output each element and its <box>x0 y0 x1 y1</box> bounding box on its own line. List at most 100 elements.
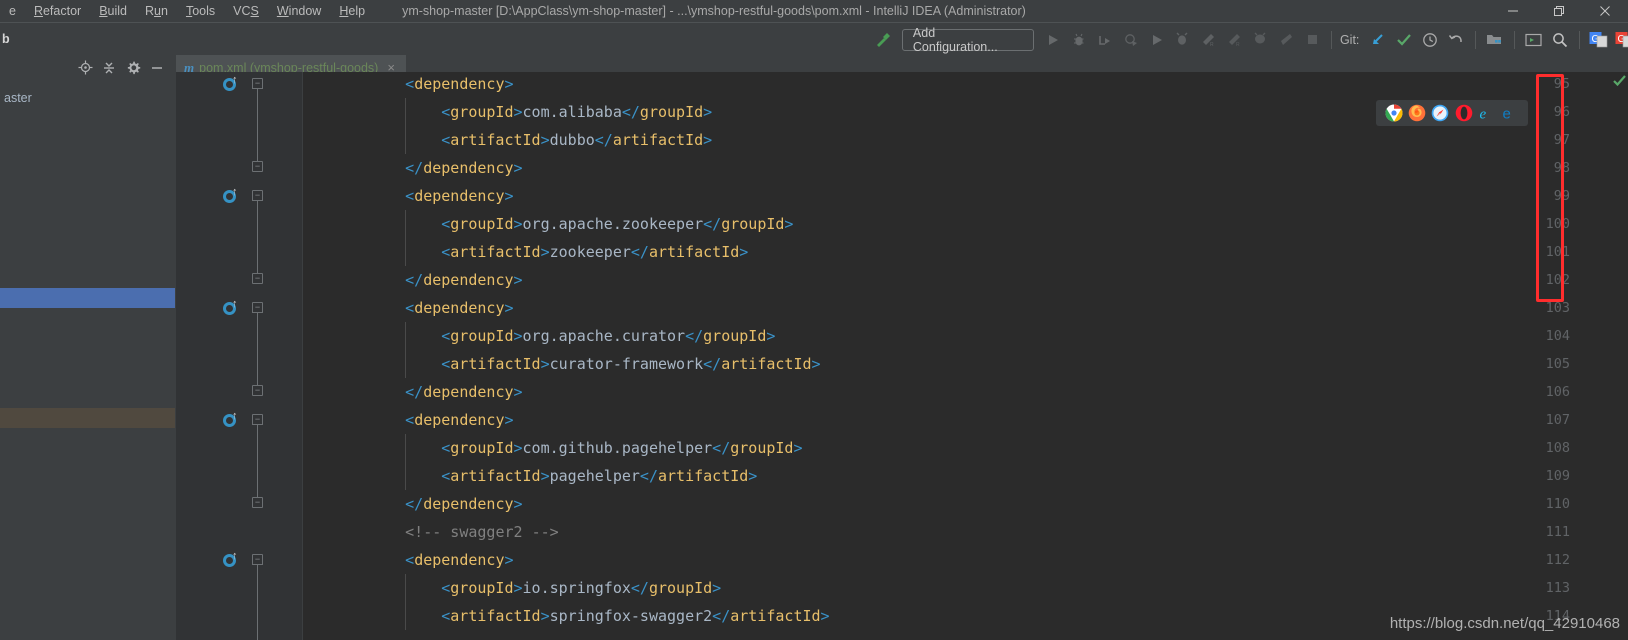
commit-icon[interactable] <box>1391 27 1417 53</box>
fold-marker-open[interactable]: − <box>252 554 263 565</box>
debug-alt-icon[interactable] <box>1170 27 1196 53</box>
menu-item-run[interactable]: Run <box>136 0 177 22</box>
add-configuration-button[interactable]: Add Configuration... <box>901 26 1034 54</box>
profile-icon[interactable] <box>1118 27 1144 53</box>
project-tree[interactable]: aster <box>0 80 175 640</box>
code-line[interactable]: <artifactId>pagehelper</artifactId> <box>441 462 757 490</box>
code-token: dependency <box>414 75 505 93</box>
code-line[interactable]: <dependency> <box>405 182 513 210</box>
code-line[interactable]: <artifactId>dubbo</artifactId> <box>441 126 712 154</box>
menu-item-tools[interactable]: Tools <box>177 0 224 22</box>
terminal-icon[interactable] <box>1521 27 1547 53</box>
code-line[interactable]: <groupId>org.apache.zookeeper</groupId> <box>441 210 793 238</box>
fold-marker-end[interactable]: − <box>252 161 263 172</box>
coverage-third-icon[interactable] <box>1273 27 1299 53</box>
maven-dependency-icon[interactable]: ↑ <box>223 299 241 317</box>
code-line[interactable]: <groupId>io.springfox</groupId> <box>441 574 721 602</box>
menu-item-file-partial[interactable]: e <box>0 0 25 22</box>
close-icon[interactable] <box>1582 0 1628 22</box>
code-token: > <box>540 243 550 261</box>
code-token: < <box>405 411 415 429</box>
code-line[interactable]: <dependency> <box>405 546 513 574</box>
maven-dependency-icon[interactable]: ↑ <box>223 187 241 205</box>
code-token: dependency <box>414 551 505 569</box>
code-line[interactable]: <groupId>com.github.pagehelper</groupId> <box>441 434 802 462</box>
hide-icon[interactable] <box>145 57 169 79</box>
code-line[interactable]: <artifactId>curator-framework</artifactI… <box>441 350 820 378</box>
code-token: </ <box>685 327 704 345</box>
run-icon[interactable] <box>1040 27 1066 53</box>
tree-row-selected[interactable] <box>0 288 175 308</box>
open-in-browser-popup[interactable]: e e <box>1376 100 1528 126</box>
google-translate-icon[interactable]: G <box>1586 27 1612 53</box>
attach-process-alt-icon[interactable]: R <box>1221 27 1247 53</box>
history-icon[interactable] <box>1417 27 1443 53</box>
coverage-alt-icon[interactable] <box>1247 27 1273 53</box>
code-line[interactable]: </dependency> <box>405 266 522 294</box>
code-line[interactable]: <groupId>com.alibaba</groupId> <box>441 98 712 126</box>
code-token: </ <box>405 383 424 401</box>
menu-item-refactor[interactable]: Refactor <box>25 0 90 22</box>
run-with-coverage-icon[interactable] <box>1092 27 1118 53</box>
code-line[interactable]: <dependency> <box>405 72 513 98</box>
opera-icon[interactable] <box>1455 104 1473 122</box>
menu-item-help[interactable]: Help <box>330 0 374 22</box>
firefox-icon[interactable] <box>1408 104 1426 122</box>
menu-item-vcs[interactable]: VCS <box>224 0 268 22</box>
code-token: < <box>441 103 451 121</box>
rollback-icon[interactable] <box>1443 27 1469 53</box>
code-token: < <box>441 215 451 233</box>
maven-dependency-icon[interactable]: ↑ <box>223 75 241 93</box>
inspection-ok-checkmark-icon[interactable] <box>1613 74 1626 89</box>
code-line[interactable]: <!-- swagger2 --> <box>405 518 559 546</box>
maven-dependency-icon[interactable]: ↑ <box>223 411 241 429</box>
code-line[interactable]: <artifactId>springfox-swagger2</artifact… <box>441 602 829 630</box>
code-token: artifactId <box>450 355 541 373</box>
code-line[interactable]: <artifactId>zookeeper</artifactId> <box>441 238 748 266</box>
collapse-all-icon[interactable] <box>97 57 121 79</box>
code-line[interactable]: </dependency> <box>405 154 522 182</box>
fold-marker-open[interactable]: − <box>252 78 263 89</box>
stop-icon[interactable] <box>1299 27 1325 53</box>
fold-marker-end[interactable]: − <box>252 273 263 284</box>
safari-icon[interactable] <box>1431 104 1449 122</box>
hammer-icon[interactable] <box>870 27 896 53</box>
navigation-breadcrumb[interactable]: b <box>0 32 10 46</box>
debug-icon[interactable] <box>1066 27 1092 53</box>
edge-icon[interactable]: e <box>1501 104 1519 123</box>
project-structure-icon[interactable] <box>1482 27 1508 53</box>
update-project-icon[interactable] <box>1365 27 1391 53</box>
chrome-icon[interactable] <box>1385 104 1403 122</box>
code-content[interactable]: <dependency> <groupId>com.alibaba</groupI… <box>303 72 1628 640</box>
code-token: < <box>405 75 415 93</box>
menu-item-build[interactable]: Build <box>90 0 136 22</box>
run-alt-icon[interactable] <box>1144 27 1170 53</box>
fold-marker-open[interactable]: − <box>252 302 263 313</box>
fold-marker-end[interactable]: − <box>252 497 263 508</box>
code-line[interactable]: </dependency> <box>405 490 522 518</box>
code-line[interactable]: <dependency> <box>405 406 513 434</box>
code-line[interactable]: <groupId>org.apache.curator</groupId> <box>441 322 775 350</box>
fold-marker-end[interactable]: − <box>252 385 263 396</box>
code-token: artifactId <box>450 607 541 625</box>
google-translate-red-icon[interactable]: G <box>1612 27 1628 53</box>
settings-gear-icon[interactable] <box>121 57 145 79</box>
maximize-icon[interactable] <box>1536 0 1582 22</box>
search-everywhere-icon[interactable] <box>1547 27 1573 53</box>
code-editor[interactable]: <dependency> <groupId>com.alibaba</groupI… <box>176 72 1628 640</box>
minimize-icon[interactable] <box>1490 0 1536 22</box>
menu-item-window[interactable]: Window <box>268 0 330 22</box>
code-token: < <box>405 299 415 317</box>
attach-process-icon[interactable]: R <box>1195 27 1221 53</box>
tree-row-highlighted[interactable] <box>0 408 175 428</box>
locate-icon[interactable] <box>73 57 97 79</box>
tree-row[interactable]: aster <box>0 88 175 108</box>
fold-marker-open[interactable]: − <box>252 414 263 425</box>
fold-marker-open[interactable]: − <box>252 190 263 201</box>
internet-explorer-icon[interactable]: e <box>1478 104 1496 123</box>
code-line[interactable]: <dependency> <box>405 294 513 322</box>
fold-region-line <box>257 565 258 640</box>
editor-scrollbar-markers[interactable] <box>1614 72 1628 640</box>
maven-dependency-icon[interactable]: ↑ <box>223 551 241 569</box>
code-line[interactable]: </dependency> <box>405 378 522 406</box>
